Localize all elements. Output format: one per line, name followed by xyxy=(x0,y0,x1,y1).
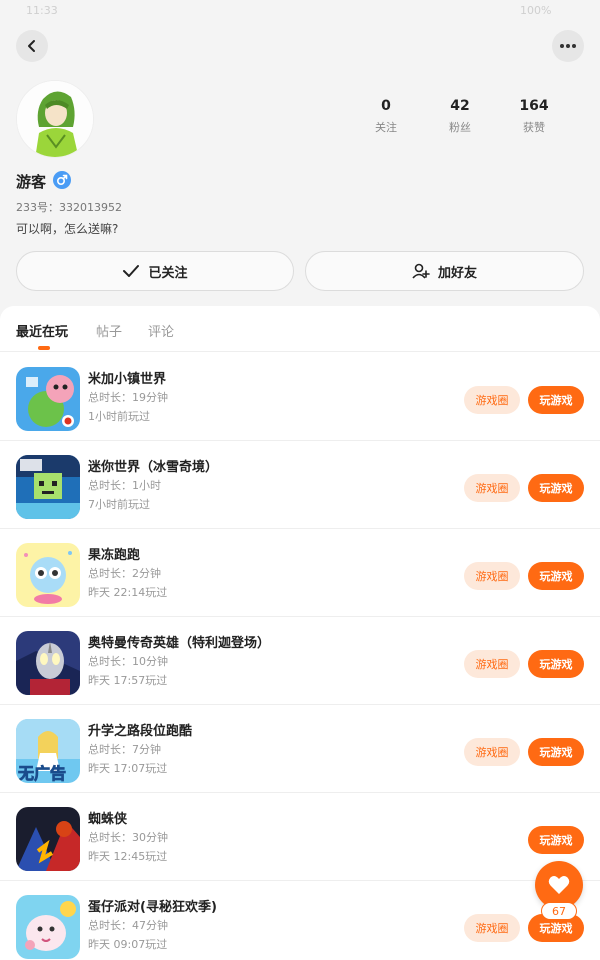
avatar-image xyxy=(17,81,93,157)
content-panel: 最近在玩 帖子 评论 米加小镇世界 总时长：19分钟 1小时前玩过 游戏圈 玩游… xyxy=(0,306,600,960)
game-list-item[interactable]: 无广告 升学之路段位跑酷 总时长：7分钟 昨天 17:07玩过 游戏圈 玩游戏 xyxy=(0,705,600,793)
game-name: 米加小镇世界 xyxy=(88,372,167,387)
avatar[interactable] xyxy=(16,80,94,158)
user-id-label: 233号： xyxy=(16,201,59,214)
stat-fans-value: 42 xyxy=(450,98,470,114)
game-duration: 总时长：30分钟 xyxy=(88,831,168,844)
jelly-run-icon xyxy=(16,543,80,607)
play-game-button[interactable]: 玩游戏 xyxy=(528,562,584,590)
stat-following-value: 0 xyxy=(381,98,391,114)
heart-icon xyxy=(548,876,570,894)
status-battery: 100% xyxy=(520,4,552,17)
game-last-played: 昨天 17:07玩过 xyxy=(88,762,168,775)
game-name: 升学之路段位跑酷 xyxy=(88,724,193,739)
stat-following-label: 关注 xyxy=(375,121,397,134)
game-circle-button[interactable]: 游戏圈 xyxy=(464,650,520,678)
user-bio: 可以啊，怎么送嘛? xyxy=(16,222,119,236)
game-last-played: 昨天 12:45玩过 xyxy=(88,850,168,863)
stat-fans-label: 粉丝 xyxy=(449,121,471,134)
play-game-button[interactable]: 玩游戏 xyxy=(528,650,584,678)
tab-bar: 最近在玩 帖子 评论 xyxy=(0,306,600,352)
spiderman-icon xyxy=(16,807,80,871)
game-circle-button[interactable]: 游戏圈 xyxy=(464,914,520,942)
check-icon xyxy=(123,265,140,277)
back-button[interactable] xyxy=(16,30,48,62)
male-icon xyxy=(53,171,71,189)
play-game-button[interactable]: 玩游戏 xyxy=(528,826,584,854)
eggy-party-icon xyxy=(16,895,80,959)
chevron-left-icon xyxy=(28,40,35,52)
like-count-badge: 67 xyxy=(541,902,577,920)
game-last-played: 昨天 22:14玩过 xyxy=(88,586,168,599)
game-duration: 总时长：1小时 xyxy=(88,479,161,492)
tab-comments[interactable]: 评论 xyxy=(148,321,174,340)
game-name: 蜘蛛侠 xyxy=(88,812,128,827)
stat-likes-label: 获赞 xyxy=(523,121,545,134)
tab-posts[interactable]: 帖子 xyxy=(96,321,122,340)
game-icon-no-ads-text: 无广告 xyxy=(17,764,66,783)
user-id-value: 332013952 xyxy=(59,201,122,214)
game-last-played: 1小时前玩过 xyxy=(88,410,150,423)
more-options-button[interactable] xyxy=(552,30,584,62)
mini-world-icon xyxy=(16,455,80,519)
game-list-item[interactable]: 果冻跑跑 总时长：2分钟 昨天 22:14玩过 游戏圈 玩游戏 xyxy=(0,529,600,617)
game-circle-button[interactable]: 游戏圈 xyxy=(464,738,520,766)
game-list-item[interactable]: 迷你世界（冰雪奇境） 总时长：1小时 7小时前玩过 游戏圈 玩游戏 xyxy=(0,441,600,529)
game-last-played: 昨天 09:07玩过 xyxy=(88,938,168,951)
game-duration: 总时长：10分钟 xyxy=(88,655,168,668)
game-duration: 总时长：19分钟 xyxy=(88,391,168,404)
game-last-played: 昨天 17:57玩过 xyxy=(88,674,168,687)
status-time: 11:33 xyxy=(26,4,58,17)
miga-town-icon xyxy=(16,367,80,431)
add-friend-button[interactable]: 加好友 xyxy=(305,251,584,291)
game-duration: 总时长：2分钟 xyxy=(88,567,161,580)
status-bar: 11:33 100% xyxy=(0,0,600,24)
user-id-row: 233号：332013952 xyxy=(16,199,122,215)
game-circle-button[interactable]: 游戏圈 xyxy=(464,386,520,414)
game-name: 奥特曼传奇英雄（特利迦登场） xyxy=(88,636,271,651)
game-list-item[interactable]: 米加小镇世界 总时长：19分钟 1小时前玩过 游戏圈 玩游戏 xyxy=(0,353,600,441)
username: 游客 xyxy=(16,173,47,191)
stat-likes[interactable]: 164 获赞 xyxy=(494,98,574,135)
game-circle-button[interactable]: 游戏圈 xyxy=(464,474,520,502)
game-list-item[interactable]: 蛋仔派对(寻秘狂欢季) 总时长：47分钟 昨天 09:07玩过 游戏圈 玩游戏 xyxy=(0,881,600,960)
game-duration: 总时长：47分钟 xyxy=(88,919,168,932)
add-friend-button-label: 加好友 xyxy=(437,265,477,281)
game-name: 蛋仔派对(寻秘狂欢季) xyxy=(88,900,217,915)
add-user-icon xyxy=(412,263,430,279)
stat-following[interactable]: 0 关注 xyxy=(346,98,426,135)
game-name: 果冻跑跑 xyxy=(88,548,141,563)
play-game-button[interactable]: 玩游戏 xyxy=(528,474,584,502)
tab-recent-playing[interactable]: 最近在玩 xyxy=(16,321,68,340)
followed-button[interactable]: 已关注 xyxy=(16,251,294,291)
play-game-button[interactable]: 玩游戏 xyxy=(528,386,584,414)
game-duration: 总时长：7分钟 xyxy=(88,743,161,756)
school-run-icon: 无广告 xyxy=(16,719,80,783)
followed-button-label: 已关注 xyxy=(148,265,188,281)
game-list-item[interactable]: 奥特曼传奇英雄（特利迦登场） 总时长：10分钟 昨天 17:57玩过 游戏圈 玩… xyxy=(0,617,600,705)
game-list-item[interactable]: 蜘蛛侠 总时长：30分钟 昨天 12:45玩过 玩游戏 xyxy=(0,793,600,881)
tab-active-indicator xyxy=(38,346,50,350)
play-game-button[interactable]: 玩游戏 xyxy=(528,738,584,766)
stat-likes-value: 164 xyxy=(519,98,549,114)
game-name: 迷你世界（冰雪奇境） xyxy=(88,460,219,475)
game-circle-button[interactable]: 游戏圈 xyxy=(464,562,520,590)
more-dots-icon xyxy=(560,44,576,48)
game-last-played: 7小时前玩过 xyxy=(88,498,150,511)
ultraman-icon xyxy=(16,631,80,695)
stat-fans[interactable]: 42 粉丝 xyxy=(420,98,500,135)
